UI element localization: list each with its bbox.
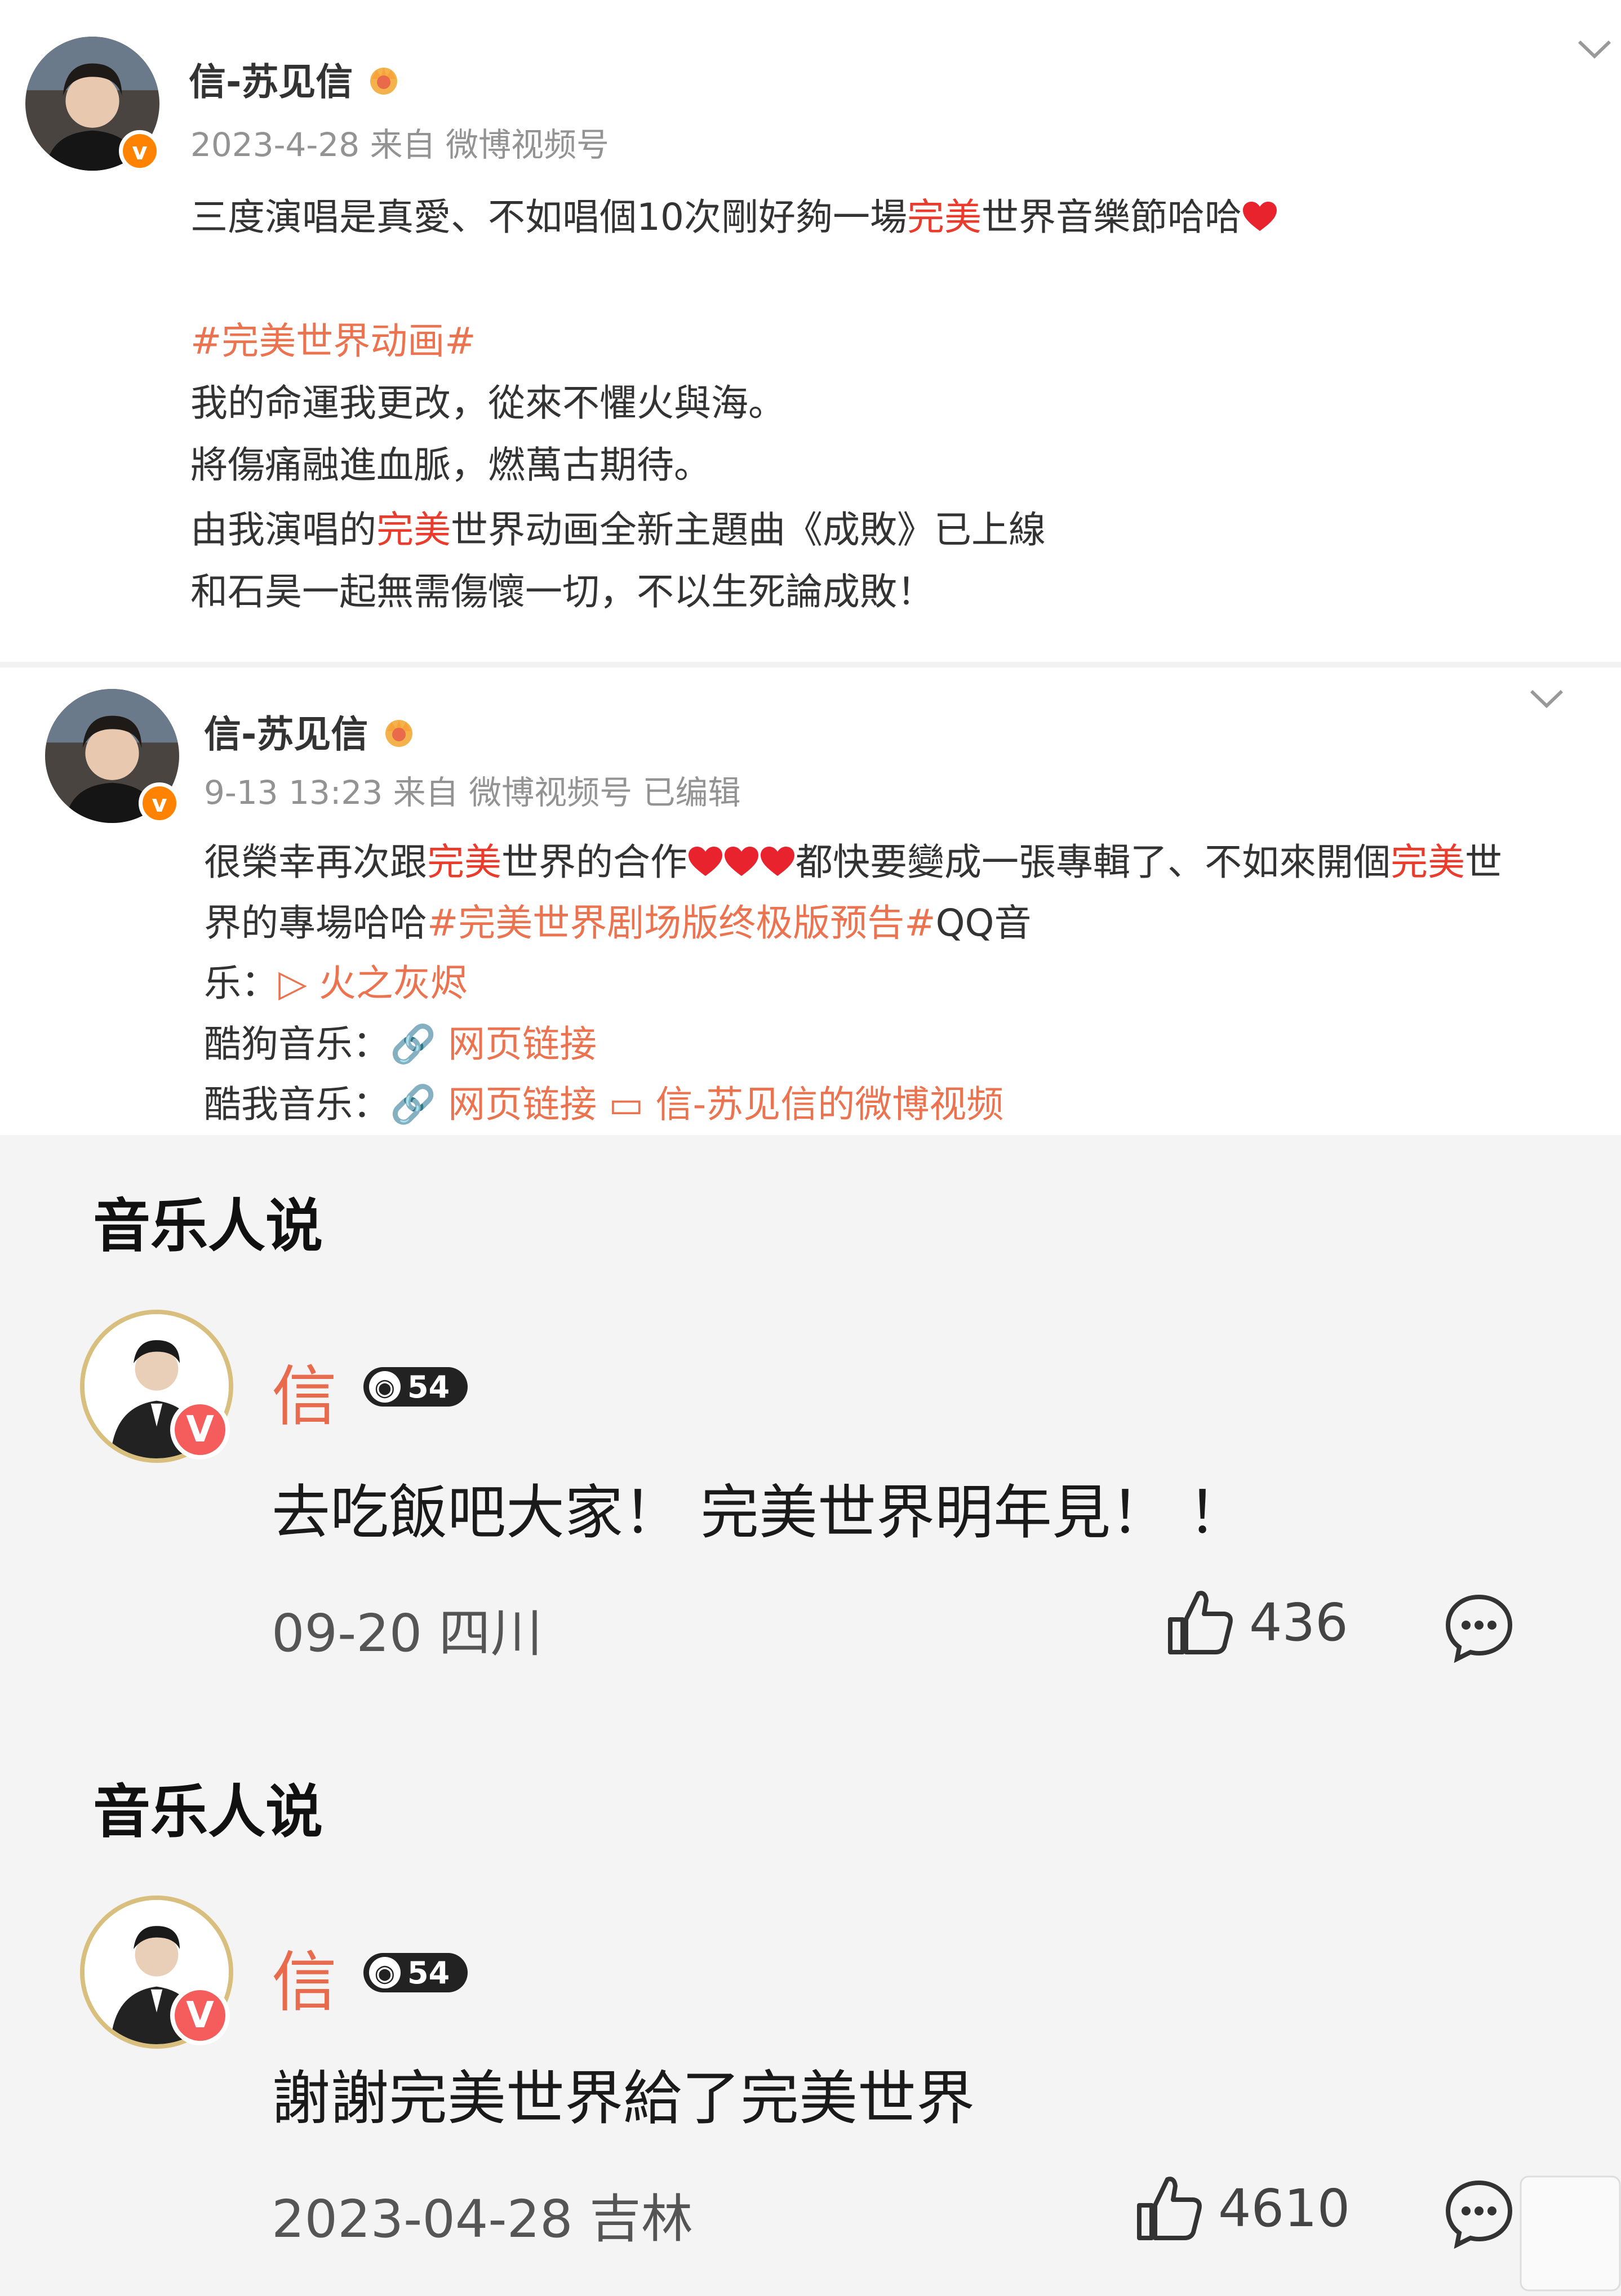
text-span: 和石昊一起無需傷懷一切，不以生死論成敗！	[190, 570, 934, 613]
post-text-line: 和石昊一起無需傷懷一切，不以生死論成敗！	[190, 560, 934, 624]
hashtag-link[interactable]: #完美世界剧场版终极版预告#	[427, 901, 936, 945]
text-span: 很榮幸再次跟	[204, 840, 427, 884]
post-2-username[interactable]: 信-苏见信	[204, 704, 419, 758]
level-badge: ◉ 54	[363, 1367, 468, 1407]
post-1-avatar[interactable]: v	[25, 37, 161, 172]
commenter-name[interactable]: 信	[272, 1929, 337, 2024]
verified-badge-icon: v	[119, 130, 161, 172]
verified-badge-icon: V	[170, 1400, 230, 1460]
level-value: 54	[407, 1369, 450, 1405]
hashtag-link[interactable]: #完美世界动画#	[190, 319, 476, 363]
post-text-line: 界的專場哈哈#完美世界剧场版终极版预告#QQ音	[204, 892, 1032, 955]
comment-avatar[interactable]: V	[80, 1895, 233, 2049]
like-button[interactable]: 4610	[1133, 2172, 1350, 2245]
web-link[interactable]: 🔗 网页链接	[390, 1083, 597, 1126]
text-span: 酷狗音乐：	[204, 1022, 390, 1066]
verified-badge-icon: V	[170, 1986, 230, 2045]
text-span: 世界动画全新主題曲《成敗》已上線	[451, 508, 1046, 551]
comment-text: 謝謝完美世界給了完美世界	[272, 2064, 975, 2133]
commenter-name[interactable]: 信	[272, 1343, 337, 1438]
post-text-line: 酷狗音乐：🔗 网页链接	[204, 1013, 597, 1076]
post-1: v 信-苏见信 2023-4-28 来自 微博视频号 三度演唱是真愛、不如唱個1…	[0, 0, 1621, 662]
post-2-meta: 9-13 13:23 来自 微博视频号 已编辑	[204, 773, 741, 812]
text-span: 世	[1465, 840, 1502, 884]
post-divider	[0, 662, 1621, 668]
text-span: QQ音	[935, 901, 1032, 945]
highlight-keyword[interactable]: 完美	[376, 508, 451, 551]
post-1-meta: 2023-4-28 来自 微博视频号	[190, 126, 610, 164]
comment-meta: 09-20 四川	[272, 1603, 543, 1663]
post-text-line: 將傷痛融進血脈，燃萬古期待。	[190, 434, 711, 497]
heart-icon	[761, 847, 794, 876]
heart-icon	[1242, 202, 1277, 231]
crown-icon	[385, 720, 413, 747]
crown-icon	[370, 68, 398, 95]
chevron-down-icon[interactable]	[1575, 35, 1614, 63]
thumbs-up-icon	[1168, 1591, 1233, 1654]
post-2-avatar[interactable]: v	[45, 689, 180, 824]
text-span: 我的命運我更改，從來不懼火與海。	[190, 381, 785, 425]
highlight-keyword[interactable]: 完美	[907, 195, 982, 239]
text-span: 三度演唱是真愛、不如唱個10次剛好夠一場	[190, 195, 907, 239]
like-button[interactable]: 436	[1163, 1586, 1348, 1659]
post-text-line: 我的命運我更改，從來不懼火與海。	[190, 372, 785, 435]
comment-meta: 2023-04-28 吉林	[272, 2189, 693, 2249]
text-span: 世界音樂節哈哈	[981, 195, 1242, 239]
verified-badge-icon: v	[139, 782, 180, 824]
heart-icon	[689, 847, 722, 876]
post-text-line: 由我演唱的完美世界动画全新主題曲《成敗》已上線	[190, 499, 1046, 562]
comment-avatar[interactable]: V	[80, 1310, 233, 1463]
post-text-line: 乐：▷ 火之灰烬	[204, 952, 468, 1015]
heart-icon	[725, 847, 758, 876]
post-1-username[interactable]: 信-苏见信	[189, 52, 403, 106]
post-text-line: 酷我音乐：🔗 网页链接 ▭ 信-苏见信的微博视频	[204, 1073, 1003, 1136]
text-span: 世界的合作	[501, 840, 687, 884]
text-span: 將傷痛融進血脈，燃萬古期待。	[190, 443, 711, 487]
like-count: 4610	[1218, 2178, 1351, 2239]
text-span: 酷我音乐：	[204, 1083, 390, 1126]
reply-button[interactable]	[1442, 1591, 1516, 1665]
like-count: 436	[1249, 1592, 1348, 1653]
web-link[interactable]: 🔗 网页链接	[390, 1022, 597, 1066]
section-title: 音乐人说	[93, 1193, 323, 1260]
post-2: v 信-苏见信 9-13 13:23 来自 微博视频号 已编辑 很榮幸再次跟完美…	[0, 668, 1621, 1135]
chevron-down-icon[interactable]	[1527, 684, 1566, 713]
highlight-keyword[interactable]: 完美	[1391, 840, 1465, 884]
text-span: 由我演唱的	[190, 508, 376, 551]
level-badge: ◉ 54	[363, 1953, 468, 1992]
comment-bubble-icon	[1445, 1594, 1513, 1663]
text-span: 界的專場哈哈	[204, 901, 427, 945]
web-link[interactable]: ▭ 信-苏见信的微博视频	[597, 1083, 1003, 1126]
post-text-line: #完美世界动画#	[190, 310, 476, 373]
level-ring-icon: ◉	[369, 1371, 401, 1403]
thumbs-up-icon	[1137, 2177, 1202, 2240]
post-text-line: 三度演唱是真愛、不如唱個10次剛好夠一場完美世界音樂節哈哈	[190, 186, 1278, 249]
level-ring-icon: ◉	[369, 1957, 401, 1988]
highlight-keyword[interactable]: 完美	[427, 840, 501, 884]
text-span: 乐：	[204, 962, 278, 1005]
post-text-line: 很榮幸再次跟完美世界的合作 都快要變成一張專輯了、不如來開個完美世	[204, 831, 1502, 894]
scrollbar-thumb[interactable]	[1520, 2174, 1621, 2293]
comment-text: 去吃飯吧大家！ 完美世界明年見！ ！	[272, 1478, 1247, 1547]
reply-button[interactable]	[1442, 2177, 1516, 2250]
text-span: 都快要變成一張專輯了、不如來開個	[796, 840, 1391, 884]
section-title: 音乐人说	[93, 1779, 323, 1846]
comment-bubble-icon	[1445, 2180, 1513, 2249]
level-value: 54	[407, 1955, 450, 1991]
web-link[interactable]: ▷ 火之灰烬	[278, 962, 468, 1005]
